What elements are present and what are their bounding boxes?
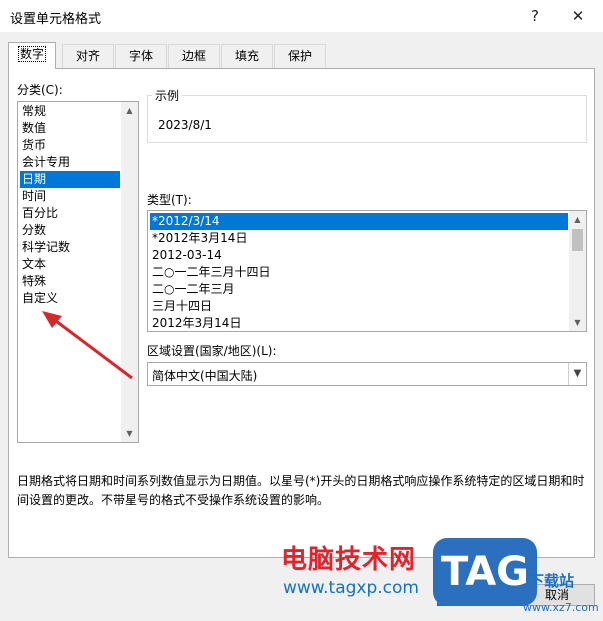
category-label: 分类(C): — [17, 83, 63, 97]
type-item[interactable]: *2012年3月14日 — [150, 230, 568, 247]
tab-protection[interactable]: 保护 — [274, 44, 326, 68]
type-item[interactable]: 2012年3月14日 — [150, 315, 568, 331]
type-list[interactable]: *2012/3/14 *2012年3月14日 2012-03-14 二○一二年三… — [147, 210, 587, 332]
scroll-down-icon[interactable]: ▼ — [121, 425, 138, 442]
category-item-time[interactable]: 时间 — [20, 188, 120, 205]
category-item-currency[interactable]: 货币 — [20, 137, 120, 154]
chevron-down-icon[interactable]: ▼ — [568, 363, 586, 385]
title-bar: 设置单元格格式 ? ✕ — [0, 0, 603, 32]
tag-logo: TAG — [433, 538, 537, 606]
type-item[interactable]: 二○一二年三月十四日 — [150, 264, 568, 281]
category-item-percentage[interactable]: 百分比 — [20, 205, 120, 222]
category-item-number[interactable]: 数值 — [20, 120, 120, 137]
category-list[interactable]: 常规 数值 货币 会计专用 日期 时间 百分比 分数 科学记数 文本 特殊 自定… — [17, 101, 139, 443]
sample-value: 2023/8/1 — [158, 118, 212, 132]
dialog-title: 设置单元格格式 — [10, 12, 102, 27]
number-panel: 分类(C): 常规 数值 货币 会计专用 日期 时间 百分比 分数 科学记数 文… — [8, 68, 595, 558]
category-item-custom[interactable]: 自定义 — [20, 290, 120, 307]
tab-number[interactable]: 数字 — [8, 42, 56, 69]
scroll-up-icon[interactable]: ▲ — [569, 211, 586, 228]
sample-title: 示例 — [152, 87, 183, 104]
type-label: 类型(T): — [147, 193, 192, 207]
category-item-general[interactable]: 常规 — [20, 103, 120, 120]
type-item[interactable]: 三月十四日 — [150, 298, 568, 315]
category-item-accounting[interactable]: 会计专用 — [20, 154, 120, 171]
scroll-up-icon[interactable]: ▲ — [121, 102, 138, 119]
format-description: 日期格式将日期和时间系列数值显示为日期值。以星号(*)开头的日期格式响应操作系统… — [17, 474, 585, 507]
sample-group: 示例 2023/8/1 — [147, 87, 587, 143]
watermark-site-name: 电脑技术网 — [281, 545, 417, 575]
watermark-url: www.tagxp.com — [283, 578, 419, 598]
tab-label: 数字 — [17, 46, 47, 62]
category-item-fraction[interactable]: 分数 — [20, 222, 120, 239]
tab-alignment[interactable]: 对齐 — [62, 44, 114, 68]
category-scrollbar[interactable]: ▲ ▼ — [121, 102, 138, 442]
type-scrollbar[interactable]: ▲ ▼ — [569, 211, 586, 331]
watermark-right-text: 下载站 — [529, 572, 575, 590]
locale-label: 区域设置(国家/地区)(L): — [147, 344, 277, 358]
type-item[interactable]: 二○一二年三月 — [150, 281, 568, 298]
category-item-text[interactable]: 文本 — [20, 256, 120, 273]
scroll-down-icon[interactable]: ▼ — [569, 314, 586, 331]
category-item-scientific[interactable]: 科学记数 — [20, 239, 120, 256]
tab-border[interactable]: 边框 — [168, 44, 220, 68]
dialog-body: 数字 对齐 字体 边框 填充 保护 分类(C): 常规 数值 货币 会计专用 日… — [0, 32, 603, 621]
category-item-date[interactable]: 日期 — [20, 171, 120, 188]
help-icon[interactable]: ? — [523, 4, 547, 28]
scroll-thumb[interactable] — [572, 229, 583, 251]
tab-fill[interactable]: 填充 — [221, 44, 273, 68]
locale-value: 简体中文(中国大陆) — [152, 369, 258, 383]
watermark-right-url: www.xz7.com — [523, 601, 599, 614]
type-item[interactable]: *2012/3/14 — [150, 213, 568, 230]
locale-select[interactable]: 简体中文(中国大陆) ▼ — [147, 362, 587, 386]
category-item-special[interactable]: 特殊 — [20, 273, 120, 290]
tab-font[interactable]: 字体 — [115, 44, 167, 68]
type-item[interactable]: 2012-03-14 — [150, 247, 568, 264]
close-icon[interactable]: ✕ — [566, 4, 590, 28]
